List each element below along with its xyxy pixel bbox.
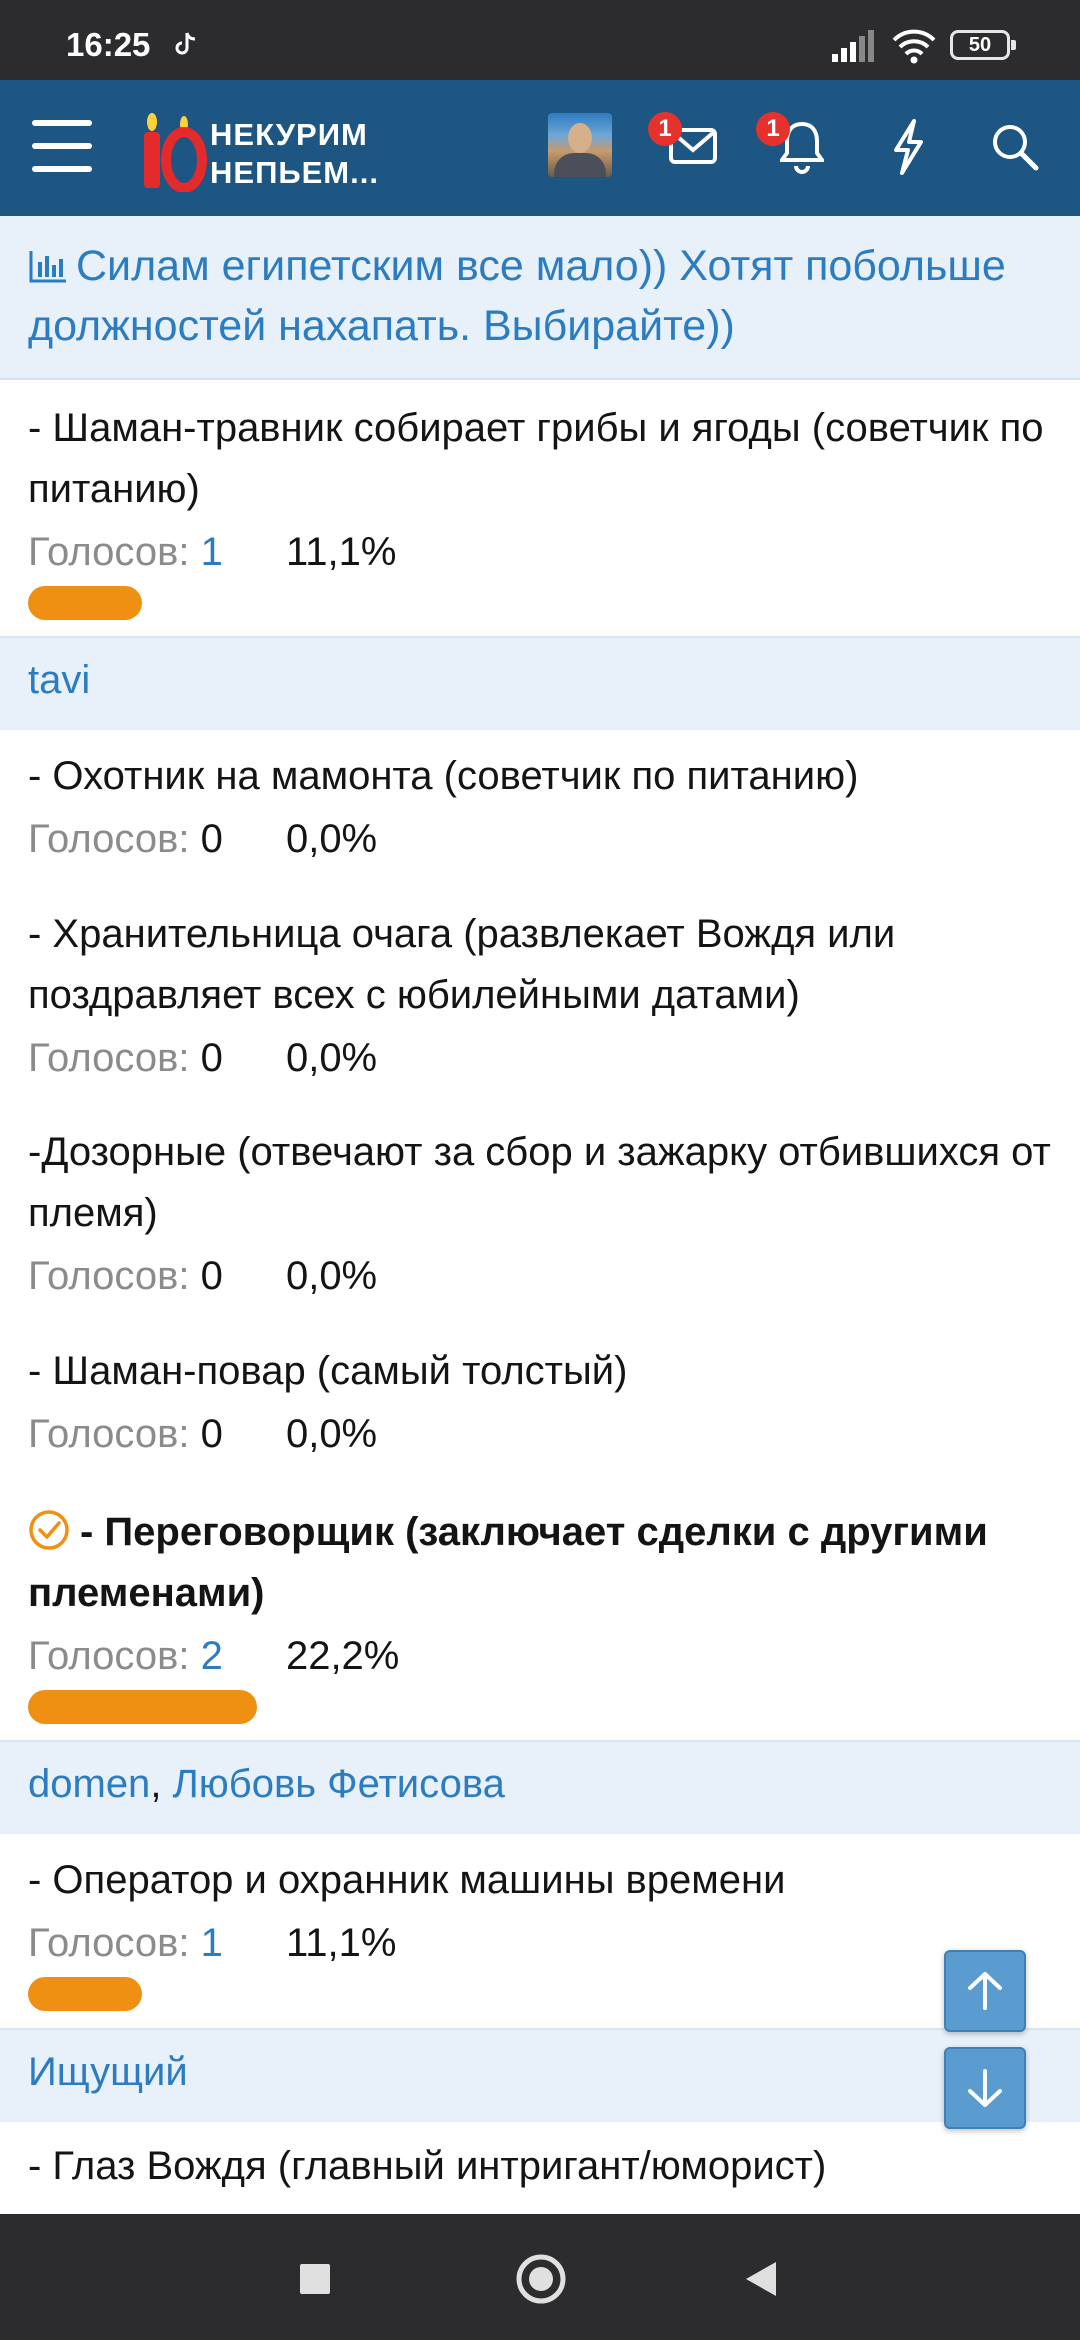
system-nav-bar xyxy=(0,2214,1080,2340)
votes-line: Голосов: 0 0,0% xyxy=(28,1030,1058,1086)
votes-count-link[interactable]: 1 xyxy=(201,1921,223,1965)
votes-count: 0 xyxy=(200,1254,223,1298)
status-bar: 16:25 50 xyxy=(0,0,1080,80)
voter-link[interactable]: Ищущий xyxy=(28,2050,188,2094)
battery-level: 50 xyxy=(968,34,992,56)
poll-option: - Шаман-повар (самый толстый) Голосов: 0… xyxy=(28,1341,1058,1462)
tiktok-icon xyxy=(175,32,196,55)
votes-line: Голосов: 0 0,0% xyxy=(28,811,1058,867)
poll-option-text: - Переговорщик (заключает сделки с други… xyxy=(28,1502,1058,1624)
check-circle-icon xyxy=(29,1510,69,1550)
poll-option: - Шаман-травник собирает грибы и ягоды (… xyxy=(28,398,1058,620)
votes-label: Голосов: xyxy=(28,1412,190,1456)
votes-percent: 11,1% xyxy=(285,530,397,574)
voters-list: domen, Любовь Фетисова xyxy=(0,1740,1080,1834)
voter-separator: , xyxy=(150,1762,173,1806)
votes-percent: 0,0% xyxy=(285,1254,378,1298)
avatar[interactable] xyxy=(548,113,612,177)
poll-option-text: - Хранительница очага (развлекает Вождя … xyxy=(28,912,896,1017)
voters-list: Ищущий xyxy=(0,2028,1080,2122)
voter-link[interactable]: domen xyxy=(28,1762,150,1806)
status-time: 16:25 xyxy=(66,26,151,63)
voters-list: tavi xyxy=(0,636,1080,730)
poll-option: - Хранительница очага (развлекает Вождя … xyxy=(28,904,1058,1086)
poll-chart-icon xyxy=(29,251,66,283)
arrow-down-icon xyxy=(968,2069,1002,2107)
poll-option-text: - Оператор и охранник машины времени xyxy=(28,1858,786,1902)
votes-label: Голосов: xyxy=(28,1254,190,1298)
back-icon[interactable] xyxy=(744,2260,778,2298)
search-icon[interactable] xyxy=(990,122,1040,172)
votes-count: 0 xyxy=(200,817,223,861)
app-header: НЕКУРИМ НЕПЬЕМ... 1 1 xyxy=(0,80,1080,216)
votes-count: 0 xyxy=(200,1412,223,1456)
poll-option-text: - Шаман-травник собирает грибы и ягоды (… xyxy=(28,406,1044,511)
poll-title-band: Силам египетским все мало)) Хотят поболь… xyxy=(0,216,1080,380)
arrow-up-icon xyxy=(968,1972,1002,2010)
votes-count: 0 xyxy=(200,1036,223,1080)
poll-option: - Охотник на мамонта (советчик по питани… xyxy=(28,746,1058,867)
poll-option-label: - Переговорщик (заключает сделки с други… xyxy=(28,1510,988,1615)
votes-percent: 11,1% xyxy=(285,1921,397,1965)
votes-percent: 22,2% xyxy=(285,1634,400,1678)
logo-text: НЕКУРИМ НЕПЬЕМ... xyxy=(210,116,379,192)
votes-label: Голосов: xyxy=(28,1634,190,1678)
alerts-badge: 1 xyxy=(756,112,790,146)
scroll-to-top-button[interactable] xyxy=(944,1950,1026,2032)
logo-candle-icon xyxy=(144,113,207,193)
votes-percent: 0,0% xyxy=(285,817,378,861)
poll-title[interactable]: Силам египетским все мало)) Хотят поболь… xyxy=(28,236,1058,356)
poll-title-text: Силам египетским все мало)) Хотят поболь… xyxy=(28,242,1006,350)
votes-label: Голосов: xyxy=(28,1036,190,1080)
poll-option-text: - Глаз Вождя (главный интригант/юморист) xyxy=(28,2144,827,2188)
votes-bar xyxy=(28,1977,142,2011)
poll-option: - Глаз Вождя (главный интригант/юморист) xyxy=(28,2136,1058,2197)
votes-line: Голосов: 1 11,1% xyxy=(28,1915,1058,1971)
poll-option: -Дозорные (отвечают за сбор и зажарку от… xyxy=(28,1122,1058,1304)
logo-line2: НЕПЬЕМ... xyxy=(210,155,379,190)
votes-label: Голосов: xyxy=(28,1921,190,1965)
scroll-to-bottom-button[interactable] xyxy=(944,2047,1026,2129)
votes-count-link[interactable]: 2 xyxy=(201,1634,223,1678)
votes-line: Голосов: 0 0,0% xyxy=(28,1248,1058,1304)
wifi-icon xyxy=(892,29,936,64)
battery-indicator: 50 xyxy=(950,30,1016,60)
votes-label: Голосов: xyxy=(28,530,190,574)
votes-label: Голосов: xyxy=(28,817,190,861)
bolt-icon[interactable] xyxy=(888,118,928,176)
votes-percent: 0,0% xyxy=(285,1412,378,1456)
poll-option-text: -Дозорные (отвечают за сбор и зажарку от… xyxy=(28,1130,1051,1235)
poll-option-text: - Шаман-повар (самый толстый) xyxy=(28,1349,628,1393)
signal-icon xyxy=(832,30,874,62)
messages-badge: 1 xyxy=(648,112,682,146)
site-logo[interactable]: НЕКУРИМ НЕПЬЕМ... xyxy=(138,112,398,193)
votes-line: Голосов: 1 11,1% xyxy=(28,524,1058,580)
votes-line: Голосов: 2 22,2% xyxy=(28,1628,1058,1684)
voter-link[interactable]: Любовь Фетисова xyxy=(173,1762,505,1806)
recents-icon[interactable] xyxy=(300,2264,330,2294)
voter-link[interactable]: tavi xyxy=(28,658,90,702)
votes-line: Голосов: 0 0,0% xyxy=(28,1406,1058,1462)
votes-bar xyxy=(28,1690,257,1724)
menu-icon[interactable] xyxy=(32,120,92,172)
poll-option-selected: - Переговорщик (заключает сделки с други… xyxy=(28,1502,1058,1724)
votes-percent: 0,0% xyxy=(285,1036,378,1080)
home-icon[interactable] xyxy=(514,2252,568,2306)
votes-bar xyxy=(28,586,142,620)
votes-count-link[interactable]: 1 xyxy=(201,530,223,574)
poll-option: - Оператор и охранник машины времени Гол… xyxy=(28,1850,1058,2011)
poll-option-text: - Охотник на мамонта (советчик по питани… xyxy=(28,754,859,798)
logo-line1: НЕКУРИМ xyxy=(210,117,368,152)
